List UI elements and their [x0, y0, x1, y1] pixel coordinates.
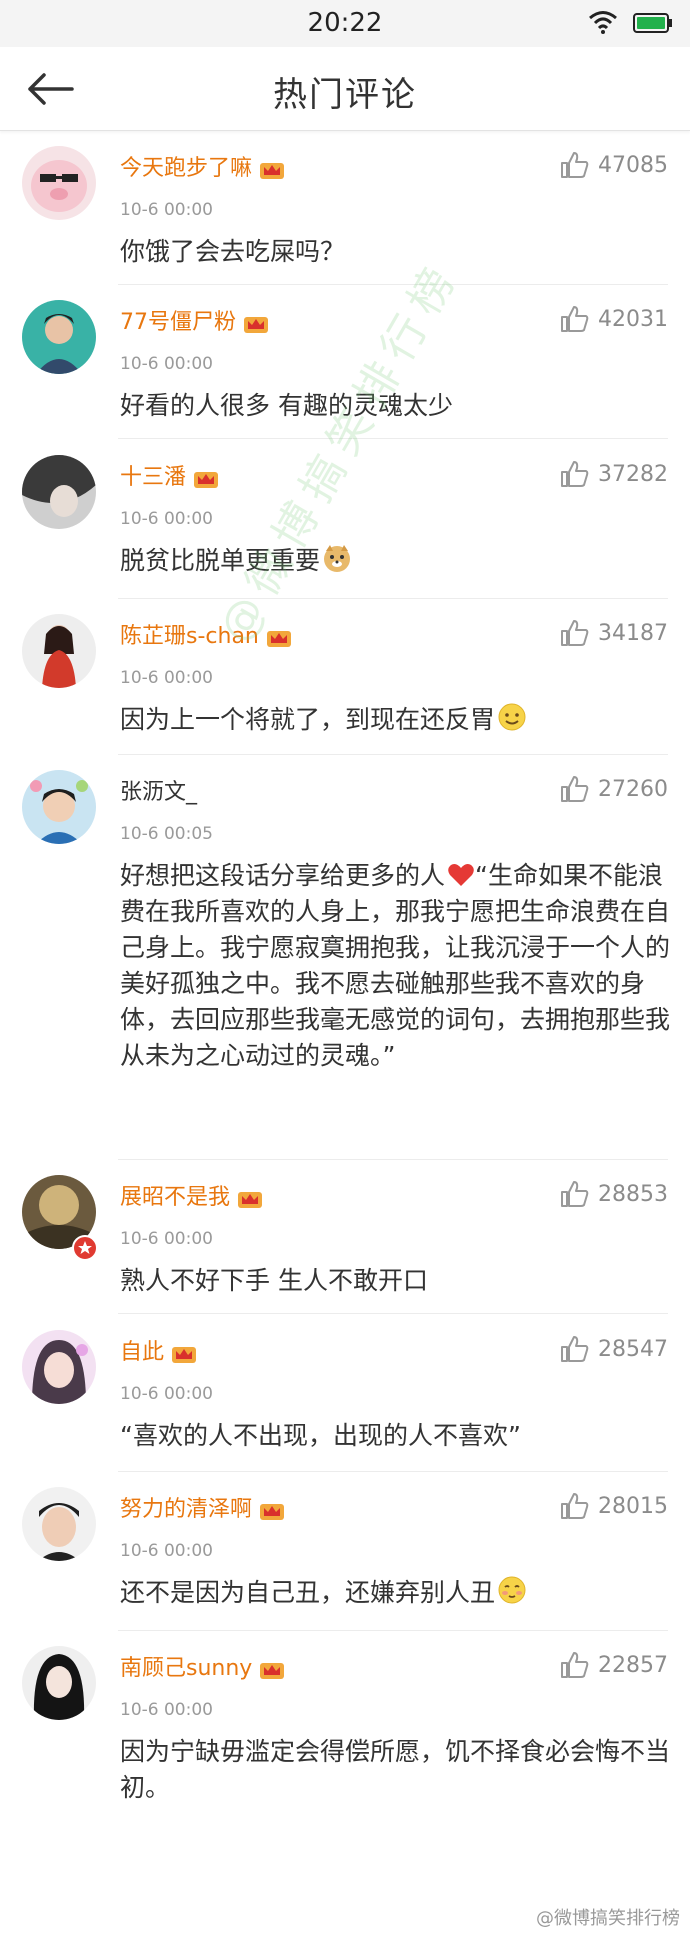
footer-watermark: @微博搞笑排行榜 — [536, 1908, 680, 1929]
shy-emoji — [498, 1576, 526, 1604]
username[interactable]: 十三潘 — [120, 459, 220, 491]
thumbs-up-icon — [561, 1652, 589, 1678]
comment-item: 陈芷珊s-chan 34187 10-6 00:00 因为上一个将就了，到现在还… — [0, 600, 690, 755]
like-button[interactable]: 34187 — [560, 618, 668, 648]
crown-icon — [194, 472, 219, 488]
like-button[interactable]: 47085 — [560, 150, 668, 180]
avatar[interactable] — [22, 770, 96, 844]
crown-icon — [244, 317, 268, 333]
comment-time: 10-6 00:05 — [120, 824, 213, 844]
like-count: 34187 — [598, 620, 668, 646]
header-bar: 热门评论 — [0, 47, 690, 131]
comment-item: 今天跑步了嘛 47085 10-6 00:00 你饿了会去吃屎吗？ — [0, 132, 690, 285]
like-button[interactable]: 28853 — [560, 1179, 668, 1209]
like-button[interactable]: 27260 — [560, 774, 668, 804]
comment-item: 努力的清泽啊 28015 10-6 00:00 还不是因为自己丑，还嫌弃别人丑 — [0, 1473, 690, 1631]
divider — [118, 438, 668, 439]
comment-time: 10-6 00:00 — [120, 354, 213, 374]
divider — [118, 1159, 668, 1160]
thumbs-up-icon — [561, 620, 589, 646]
username[interactable]: 77号僵尸粉 — [120, 304, 270, 336]
divider — [118, 284, 668, 285]
like-count: 27260 — [598, 776, 668, 802]
battery-icon — [633, 13, 672, 33]
crown-icon — [172, 1347, 197, 1363]
like-button[interactable]: 37282 — [560, 459, 668, 489]
like-button[interactable]: 22857 — [560, 1650, 668, 1680]
comment-text: 因为宁缺毋滥定会得偿所愿，饥不择食必会悔不当初。 — [120, 1737, 671, 1802]
comment-item: 南顾己sunny 22857 10-6 00:00 因为宁缺毋滥定会得偿所愿，饥… — [0, 1632, 690, 1832]
username[interactable]: 陈芷珊s-chan — [120, 618, 293, 650]
doge-emoji — [324, 545, 351, 572]
avatar[interactable] — [22, 300, 96, 374]
comment-item: 十三潘 37282 10-6 00:00 脱贫比脱单更重要 — [0, 441, 690, 599]
wifi-icon — [589, 11, 617, 34]
thumbs-up-icon — [561, 776, 589, 802]
comment-item: 自此 28547 10-6 00:00 “喜欢的人不出现，出现的人不喜欢” — [0, 1316, 690, 1472]
comment-item: 张沥文_ 27260 10-6 00:05 好想把这段话分享给更多的人 “生命如果… — [0, 756, 690, 1160]
comment-text: 脱贫比脱单更重要 — [120, 543, 670, 579]
status-bar: 20:22 — [0, 0, 690, 47]
divider — [118, 1630, 668, 1631]
username[interactable]: 张沥文_ — [120, 774, 197, 806]
thumbs-up-icon — [561, 306, 589, 332]
divider — [118, 1471, 668, 1472]
like-button[interactable]: 28547 — [560, 1334, 668, 1364]
like-button[interactable]: 28015 — [560, 1491, 668, 1521]
comment-item: 77号僵尸粉 42031 10-6 00:00 好看的人很多 有趣的灵魂太少 — [0, 286, 690, 439]
like-count: 47085 — [598, 152, 668, 178]
comment-time: 10-6 00:00 — [120, 509, 213, 529]
like-count: 28547 — [598, 1336, 668, 1362]
thumbs-up-icon — [561, 1336, 589, 1362]
avatar[interactable] — [22, 455, 96, 529]
divider — [118, 598, 668, 599]
comment-time: 10-6 00:00 — [120, 1541, 213, 1561]
username[interactable]: 南顾己sunny — [120, 1650, 286, 1682]
page-title: 热门评论 — [273, 75, 417, 115]
thumbs-up-icon — [561, 461, 589, 487]
thumbs-up-icon — [561, 1493, 589, 1519]
divider — [118, 754, 668, 755]
comment-text: “喜欢的人不出现，出现的人不喜欢” — [120, 1421, 521, 1450]
like-button[interactable]: 42031 — [560, 304, 668, 334]
crown-icon — [260, 1504, 285, 1520]
avatar[interactable] — [22, 614, 96, 688]
comment-time: 10-6 00:00 — [120, 1229, 213, 1249]
crown-icon — [266, 631, 291, 647]
comment-text: 熟人不好下手 生人不敢开口 — [120, 1266, 428, 1295]
avatar[interactable] — [22, 1330, 96, 1404]
comment-text: 好想把这段话分享给更多的人 “生命如果不能浪费在我所喜欢的人身上，那我宁愿把生命浪… — [120, 861, 671, 1070]
like-count: 22857 — [598, 1652, 668, 1678]
thumbs-up-icon — [561, 152, 589, 178]
avatar[interactable] — [22, 1487, 96, 1561]
comment-text: 还不是因为自己丑，还嫌弃别人丑 — [120, 1575, 670, 1611]
crown-icon — [260, 163, 285, 179]
comment-time: 10-6 00:00 — [120, 1700, 213, 1720]
comment-time: 10-6 00:00 — [120, 1384, 213, 1404]
comment-text: 你饿了会去吃屎吗？ — [120, 237, 346, 266]
username[interactable]: 今天跑步了嘛 — [120, 150, 286, 182]
comment-time: 10-6 00:00 — [120, 668, 213, 688]
username[interactable]: 展昭不是我 — [120, 1179, 264, 1211]
username[interactable]: 自此 — [120, 1334, 198, 1366]
avatar[interactable] — [22, 146, 96, 220]
comment-text: 因为上一个将就了，到现在还反胃 — [120, 702, 670, 738]
crown-icon — [260, 1663, 285, 1679]
like-count: 37282 — [598, 461, 668, 487]
smile-emoji — [498, 703, 526, 731]
like-count: 28853 — [598, 1181, 668, 1207]
comment-item: 展昭不是我 28853 10-6 00:00 熟人不好下手 生人不敢开口 — [0, 1161, 690, 1314]
comment-time: 10-6 00:00 — [120, 200, 213, 220]
thumbs-up-icon — [561, 1181, 589, 1207]
like-count: 42031 — [598, 306, 668, 332]
status-time: 20:22 — [307, 8, 383, 38]
verified-badge-icon — [72, 1235, 98, 1261]
crown-icon — [238, 1192, 263, 1208]
divider — [118, 1313, 668, 1314]
comment-text: 好看的人很多 有趣的灵魂太少 — [120, 391, 453, 420]
heart-emoji — [448, 864, 474, 886]
like-count: 28015 — [598, 1493, 668, 1519]
username[interactable]: 努力的清泽啊 — [120, 1491, 286, 1523]
avatar[interactable] — [22, 1646, 96, 1720]
